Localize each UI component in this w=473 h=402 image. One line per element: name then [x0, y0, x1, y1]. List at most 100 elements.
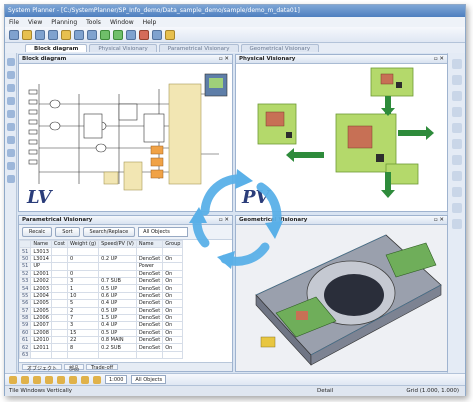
menu-planning[interactable]: Planning [51, 19, 77, 26]
table-cell[interactable]: Power [135, 262, 164, 271]
table-cell[interactable]: L2003 [30, 284, 52, 293]
recalc-button[interactable]: Recalc [22, 227, 53, 237]
redo-icon[interactable] [113, 29, 123, 40]
wire-tool-icon[interactable] [7, 84, 15, 92]
table-cell[interactable]: 3 [67, 276, 100, 286]
open-folder-icon[interactable] [22, 29, 32, 40]
table-cell[interactable]: 0.5 UP [98, 306, 137, 315]
table-cell[interactable] [135, 350, 164, 360]
table-cell[interactable]: 22 [67, 336, 100, 345]
table-cell[interactable] [50, 254, 69, 264]
table-cell[interactable] [50, 306, 69, 315]
table-cell[interactable]: L2007 [30, 321, 52, 330]
line-tool-icon[interactable] [21, 375, 29, 384]
pane-close-icon[interactable]: ▫ ✕ [219, 56, 229, 62]
table-cell[interactable]: On [162, 328, 184, 338]
table-row[interactable]: 61 L2010 22 0.8 MAIN DenoSet On [19, 336, 184, 345]
menu-view[interactable]: View [28, 19, 42, 26]
table-cell[interactable]: L3014 [30, 254, 52, 264]
table-cell[interactable]: L2010 [30, 336, 52, 345]
table-cell[interactable]: 0.4 UP [98, 321, 137, 330]
table-cell[interactable]: 0.7 SUB [98, 276, 137, 286]
column-header[interactable]: Speed/PV (V) [98, 239, 137, 249]
table-row[interactable]: 51 UP Power [19, 262, 184, 271]
table-cell[interactable]: DenoSet [135, 306, 164, 315]
render-icon[interactable] [452, 171, 462, 181]
table-row[interactable]: 51 L3013 [19, 247, 184, 256]
copy-icon[interactable] [74, 29, 84, 40]
table-cell[interactable] [50, 276, 69, 286]
print-icon[interactable] [48, 29, 58, 40]
layout-icon[interactable] [152, 29, 162, 40]
table-cell[interactable]: UP [30, 262, 52, 271]
color-tool-icon[interactable] [57, 375, 65, 384]
section-icon[interactable] [452, 139, 462, 149]
table-cell[interactable]: DenoSet [135, 254, 164, 264]
table-cell[interactable]: DenoSet [135, 269, 164, 278]
group-tool-icon[interactable] [7, 162, 15, 170]
table-cell[interactable]: On [162, 276, 184, 286]
view-front-icon[interactable] [452, 59, 462, 69]
layer-icon[interactable] [452, 203, 462, 213]
table-row[interactable]: 60 L2008 15 0.5 UP DenoSet On [19, 328, 184, 338]
table-cell[interactable]: On [162, 336, 184, 345]
tab-block-diagram[interactable]: Block diagram [25, 44, 88, 52]
menu-file[interactable]: File [9, 19, 19, 26]
pane-close-icon[interactable]: ▫ ✕ [434, 217, 444, 223]
column-header[interactable]: Cost [50, 239, 69, 249]
select-tool-icon[interactable] [7, 58, 15, 66]
table-cell[interactable]: 7 [67, 313, 100, 323]
cut-icon[interactable] [61, 29, 71, 40]
table-cell[interactable] [98, 350, 137, 360]
table-cell[interactable]: On [162, 313, 184, 323]
table-row[interactable]: 52 L2001 0 DenoSet On [19, 269, 184, 278]
table-cell[interactable]: 0.6 UP [98, 291, 137, 301]
table-cell[interactable]: DenoSet [135, 328, 164, 338]
draw-tool-icon[interactable] [9, 375, 17, 384]
table-cell[interactable]: L2004 [30, 291, 52, 301]
table-cell[interactable]: On [162, 269, 184, 278]
table-cell[interactable] [162, 350, 184, 360]
table-cell[interactable] [50, 284, 69, 293]
table-cell[interactable] [50, 269, 69, 278]
zoom-select[interactable]: 1:000 [105, 375, 128, 384]
grid-icon[interactable] [452, 187, 462, 197]
table-cell[interactable]: 0 [67, 254, 100, 264]
table-cell[interactable] [162, 262, 184, 271]
table-cell[interactable]: DenoSet [135, 336, 164, 345]
snap-tool-icon[interactable] [45, 375, 53, 384]
table-cell[interactable]: DenoSet [135, 284, 164, 293]
table-cell[interactable] [50, 350, 69, 360]
table-cell[interactable]: DenoSet [135, 291, 164, 301]
table-cell[interactable] [50, 313, 69, 323]
tab-geometrical-visionary[interactable]: Geometrical Visionary [240, 44, 320, 52]
table-cell[interactable]: DenoSet [135, 276, 164, 286]
table-row[interactable]: 58 L2006 7 1.5 UP DenoSet On [19, 313, 184, 323]
zoom-fit-icon[interactable] [452, 123, 462, 133]
table-cell[interactable] [50, 262, 69, 271]
table-cell[interactable] [67, 350, 100, 360]
text-tool-icon[interactable] [7, 110, 15, 118]
export-icon[interactable] [452, 219, 462, 229]
filter-select[interactable]: All Objects [131, 375, 167, 384]
table-cell[interactable]: On [162, 254, 184, 264]
table-cell[interactable]: 15 [67, 328, 100, 338]
table-cell[interactable]: 0 [67, 269, 100, 278]
table-cell[interactable]: 0.5 UP [98, 284, 137, 293]
table-cell[interactable] [67, 262, 100, 271]
save-icon[interactable] [35, 29, 45, 40]
zoom-icon[interactable] [126, 29, 136, 40]
menu-tools[interactable]: Tools [86, 19, 101, 26]
table-cell[interactable]: L3013 [30, 247, 52, 256]
tab-trade-off[interactable]: Trade-off [86, 364, 119, 371]
measure-tool-icon[interactable] [7, 175, 15, 183]
light-icon[interactable] [452, 155, 462, 165]
table-cell[interactable] [98, 247, 137, 256]
table-row[interactable]: 63 [19, 350, 184, 360]
table-row[interactable]: 59 L2007 3 0.4 UP DenoSet On [19, 321, 184, 330]
block-tool-icon[interactable] [7, 97, 15, 105]
table-cell[interactable]: L2011 [30, 343, 52, 352]
table-cell[interactable]: On [162, 284, 184, 293]
shape-tool-icon[interactable] [33, 375, 41, 384]
table-cell[interactable] [30, 350, 52, 360]
